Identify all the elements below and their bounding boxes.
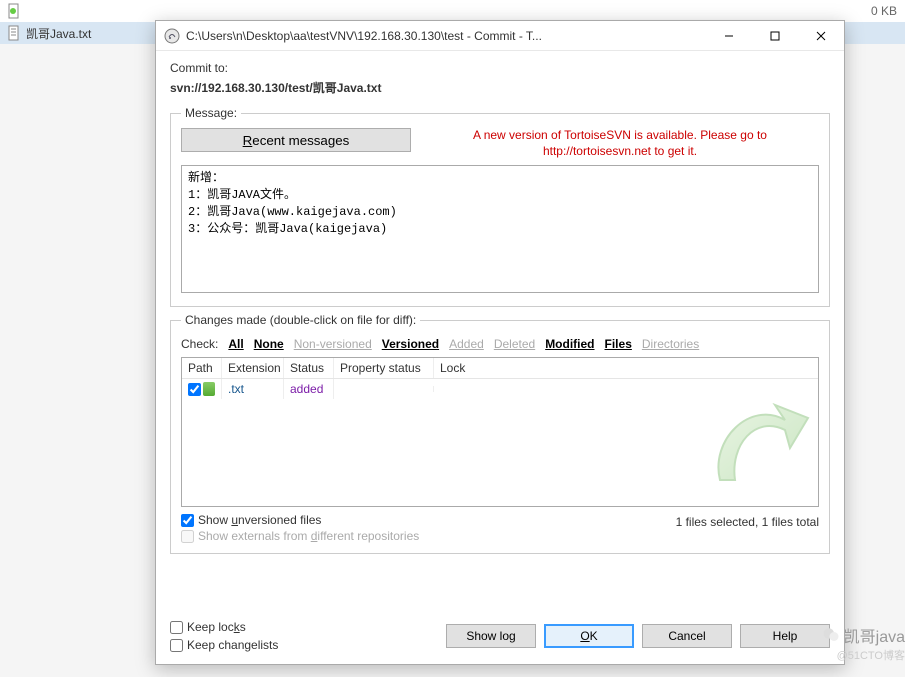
check-added-link[interactable]: Added — [449, 337, 484, 351]
check-directories-link[interactable]: Directories — [642, 337, 699, 351]
message-legend: Message: — [181, 106, 241, 120]
watermark-text: 凯哥java — [844, 623, 905, 647]
window-title: C:\Users\n\Desktop\aa\testVNV\192.168.30… — [186, 29, 706, 43]
file-size: 0 KB — [855, 4, 905, 18]
message-fieldset: Message: Recent messages A new version o… — [170, 106, 830, 307]
file-row-checkbox[interactable] — [188, 383, 201, 396]
check-all-link[interactable]: All — [228, 337, 243, 351]
commit-url: svn://192.168.30.130/test/凯哥Java.txt — [170, 79, 830, 96]
show-externals-checkbox — [181, 530, 194, 543]
col-status[interactable]: Status — [284, 358, 334, 378]
col-path[interactable]: Path — [182, 358, 222, 378]
commit-message-textarea[interactable] — [181, 165, 819, 293]
update-notice: A new version of TortoiseSVN is availabl… — [421, 128, 819, 159]
file-row-extension: .txt — [222, 379, 284, 399]
check-modified-link[interactable]: Modified — [545, 337, 594, 351]
col-lock[interactable]: Lock — [434, 358, 818, 378]
keep-changelists-checkbox[interactable] — [170, 639, 183, 652]
file-row[interactable]: .txt added — [182, 379, 818, 399]
selection-stats: 1 files selected, 1 files total — [676, 513, 819, 529]
show-unversioned-checkbox-row[interactable]: Show unversioned files — [181, 513, 419, 527]
check-deleted-link[interactable]: Deleted — [494, 337, 535, 351]
close-button[interactable] — [798, 21, 844, 51]
commit-dialog: C:\Users\n\Desktop\aa\testVNV\192.168.30… — [155, 20, 845, 665]
commit-to-label: Commit to: — [170, 61, 830, 75]
col-extension[interactable]: Extension — [222, 358, 284, 378]
app-icon — [164, 28, 180, 44]
file-list[interactable]: Path Extension Status Property status Lo… — [181, 357, 819, 507]
ok-button[interactable]: OK — [544, 624, 634, 648]
check-none-link[interactable]: None — [254, 337, 284, 351]
check-files-link[interactable]: Files — [605, 337, 632, 351]
explorer-row: 0 KB — [0, 0, 905, 22]
changes-legend: Changes made (double-click on file for d… — [181, 313, 420, 327]
show-unversioned-checkbox[interactable] — [181, 514, 194, 527]
file-icon — [203, 382, 215, 396]
txt-file-icon — [6, 25, 22, 41]
check-label: Check: — [181, 337, 218, 351]
dialog-footer: Keep locks Keep changelists Show log OK … — [170, 610, 830, 652]
file-row-status: added — [284, 379, 334, 399]
check-versioned-link[interactable]: Versioned — [382, 337, 439, 351]
col-property-status[interactable]: Property status — [334, 358, 434, 378]
page-icon — [6, 3, 22, 19]
check-nonversioned-link[interactable]: Non-versioned — [294, 337, 372, 351]
recent-messages-label: ecent messages — [252, 133, 349, 148]
show-externals-checkbox-row: Show externals from different repositori… — [181, 529, 419, 543]
titlebar: C:\Users\n\Desktop\aa\testVNV\192.168.30… — [156, 21, 844, 51]
keep-locks-checkbox[interactable] — [170, 621, 183, 634]
keep-changelists-row[interactable]: Keep changelists — [170, 638, 278, 652]
cancel-button[interactable]: Cancel — [642, 624, 732, 648]
file-list-header: Path Extension Status Property status Lo… — [182, 358, 818, 379]
minimize-button[interactable] — [706, 21, 752, 51]
show-log-button[interactable]: Show log — [446, 624, 536, 648]
check-filter-row: Check: All None Non-versioned Versioned … — [181, 335, 819, 357]
changes-fieldset: Changes made (double-click on file for d… — [170, 313, 830, 554]
recent-messages-button[interactable]: Recent messages — [181, 128, 411, 152]
help-button[interactable]: Help — [740, 624, 830, 648]
keep-locks-row[interactable]: Keep locks — [170, 620, 278, 634]
maximize-button[interactable] — [752, 21, 798, 51]
